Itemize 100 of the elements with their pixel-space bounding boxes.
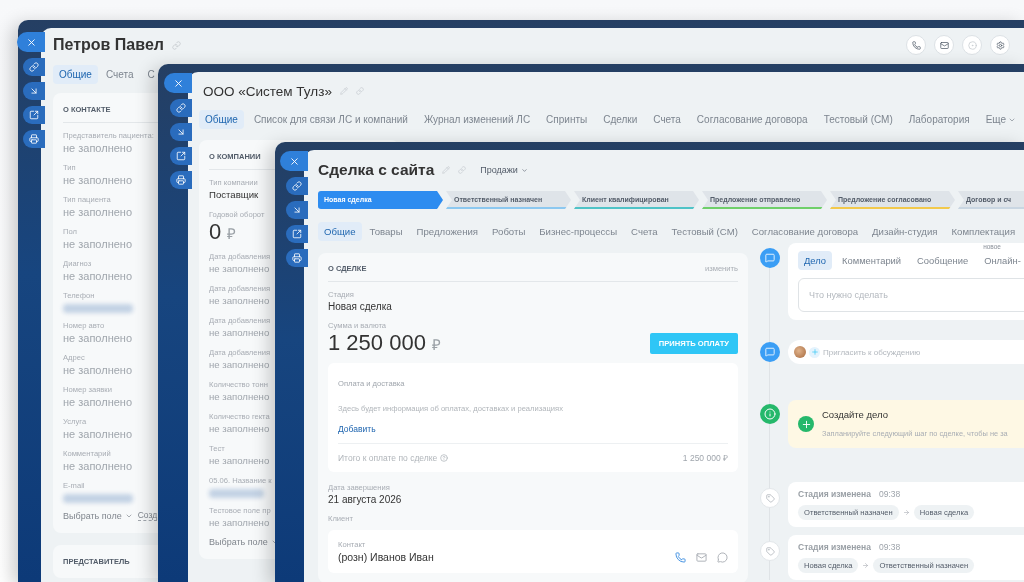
open-button[interactable]	[23, 106, 45, 124]
currency-sign: ₽	[431, 335, 441, 354]
printer-icon	[292, 253, 302, 263]
tab[interactable]: Дело	[798, 251, 833, 270]
close-button[interactable]	[280, 151, 308, 171]
tab[interactable]: Общие	[199, 110, 244, 129]
tab[interactable]: Предложения	[410, 222, 485, 241]
field-value: Поставщик	[209, 188, 259, 202]
currency-sign: ₽	[227, 224, 237, 243]
phone-icon	[675, 551, 686, 563]
mail-icon	[939, 40, 949, 50]
field-value: не заполнено	[63, 237, 133, 251]
phone-icon	[911, 40, 921, 50]
tab[interactable]: Тестовый (СМ)	[817, 110, 899, 129]
caret-icon	[520, 166, 528, 174]
print-button[interactable]	[286, 249, 308, 267]
tab[interactable]: Счета	[99, 65, 140, 84]
print-button[interactable]	[23, 130, 45, 148]
call-button[interactable]	[906, 35, 926, 55]
tab[interactable]: Онлайн-	[978, 251, 1024, 270]
arrow-icon	[292, 205, 302, 215]
arrow-icon	[862, 562, 870, 569]
field-value: не заполнено	[63, 459, 133, 473]
tag-icon	[765, 493, 775, 503]
link-icon	[171, 40, 181, 50]
tab[interactable]: Бизнес-процессы	[533, 222, 624, 241]
task-input[interactable]: Что нужно сделать	[798, 278, 1024, 312]
tab[interactable]: Общие	[53, 65, 98, 84]
close-icon	[172, 77, 184, 89]
field-value: не заполнено	[209, 326, 270, 341]
amount-value: 1 250 000	[328, 331, 426, 356]
arrow-button[interactable]	[170, 123, 192, 141]
link-icon	[355, 87, 364, 95]
link-button[interactable]	[23, 58, 45, 76]
tab[interactable]: Товары	[363, 222, 409, 241]
arrow-button[interactable]	[23, 82, 45, 100]
open-button[interactable]	[170, 147, 192, 165]
external-link-icon	[29, 110, 39, 120]
history-title: Стадия изменена	[798, 489, 871, 499]
close-button[interactable]	[17, 32, 45, 52]
pipeline-dropdown[interactable]: Продажи	[480, 165, 528, 175]
hint-title: Создайте дело	[822, 408, 888, 422]
invite-prompt[interactable]: Пригласить к обсуждению	[823, 347, 921, 357]
history-time: 09:38	[878, 542, 901, 552]
arrow-icon	[29, 86, 39, 96]
tab[interactable]: Комментарий	[836, 251, 908, 270]
window-title: ООО «Систем Тулз»	[203, 83, 332, 99]
tab[interactable]: Сообщение	[911, 251, 975, 270]
field-value: не заполнено	[209, 516, 270, 531]
field-value: не заполнено	[209, 262, 270, 277]
tab[interactable]: Лаборатория	[902, 110, 976, 129]
avatar-icon	[794, 346, 806, 358]
help-icon	[440, 453, 449, 462]
link-button[interactable]	[170, 99, 192, 117]
link-icon	[292, 181, 302, 191]
tab[interactable]: Тестовый (СМ)	[665, 222, 744, 241]
more-tab[interactable]: Еще	[979, 110, 1022, 129]
field-value: не заполнено	[209, 454, 270, 469]
tab[interactable]: Комплектация	[945, 222, 1022, 241]
field-value: не заполнено	[63, 205, 133, 219]
tab[interactable]: Общие	[318, 222, 362, 241]
mail-button[interactable]	[934, 35, 954, 55]
field-value: не заполнено	[63, 331, 133, 345]
field-value: не заполнено	[63, 173, 133, 187]
tab[interactable]: Дизайн-студия	[866, 222, 944, 241]
tab[interactable]: Список для связи ЛС и компаний	[247, 110, 414, 129]
contact-name: (розн) Иванов Иван	[338, 550, 434, 565]
window-title: Петров Павел	[53, 36, 164, 54]
tab[interactable]: Согласование договора	[690, 110, 814, 129]
link-icon	[176, 103, 186, 113]
add-link[interactable]: Добавить	[338, 424, 376, 435]
tab[interactable]: Счета	[647, 110, 687, 129]
settings-icon	[995, 40, 1005, 50]
tab[interactable]: Согласование договора	[745, 222, 865, 241]
tab[interactable]: Роботы	[486, 222, 532, 241]
field-value: не заполнено	[63, 363, 133, 377]
field-value: не заполнено	[209, 358, 270, 373]
field-value: Новая сделка	[328, 300, 392, 314]
open-button[interactable]	[286, 225, 308, 243]
arrow-button[interactable]	[286, 201, 308, 219]
link-button[interactable]	[286, 177, 308, 195]
print-button[interactable]	[170, 171, 192, 189]
arrow-icon	[176, 127, 186, 137]
printer-icon	[29, 134, 39, 144]
close-icon	[288, 155, 300, 167]
tab[interactable]: Спринты	[540, 110, 594, 129]
amount-value: 0	[209, 220, 222, 245]
close-button[interactable]	[164, 73, 192, 93]
blurred-value	[209, 489, 264, 499]
history-title: Стадия изменена	[798, 542, 871, 552]
tab[interactable]: Журнал изменений ЛС	[417, 110, 537, 129]
select-field-button[interactable]: Выбрать поле	[63, 510, 133, 521]
create-field-link[interactable]: Созд	[137, 510, 158, 521]
select-field-button[interactable]: Выбрать поле	[209, 537, 279, 548]
tab[interactable]: Счета	[625, 222, 664, 241]
field-value: не заполнено	[209, 390, 270, 405]
chat-icon	[717, 551, 728, 563]
printer-icon	[176, 175, 186, 185]
tab[interactable]: Сделки	[597, 110, 644, 129]
tab[interactable]: С	[141, 65, 155, 84]
